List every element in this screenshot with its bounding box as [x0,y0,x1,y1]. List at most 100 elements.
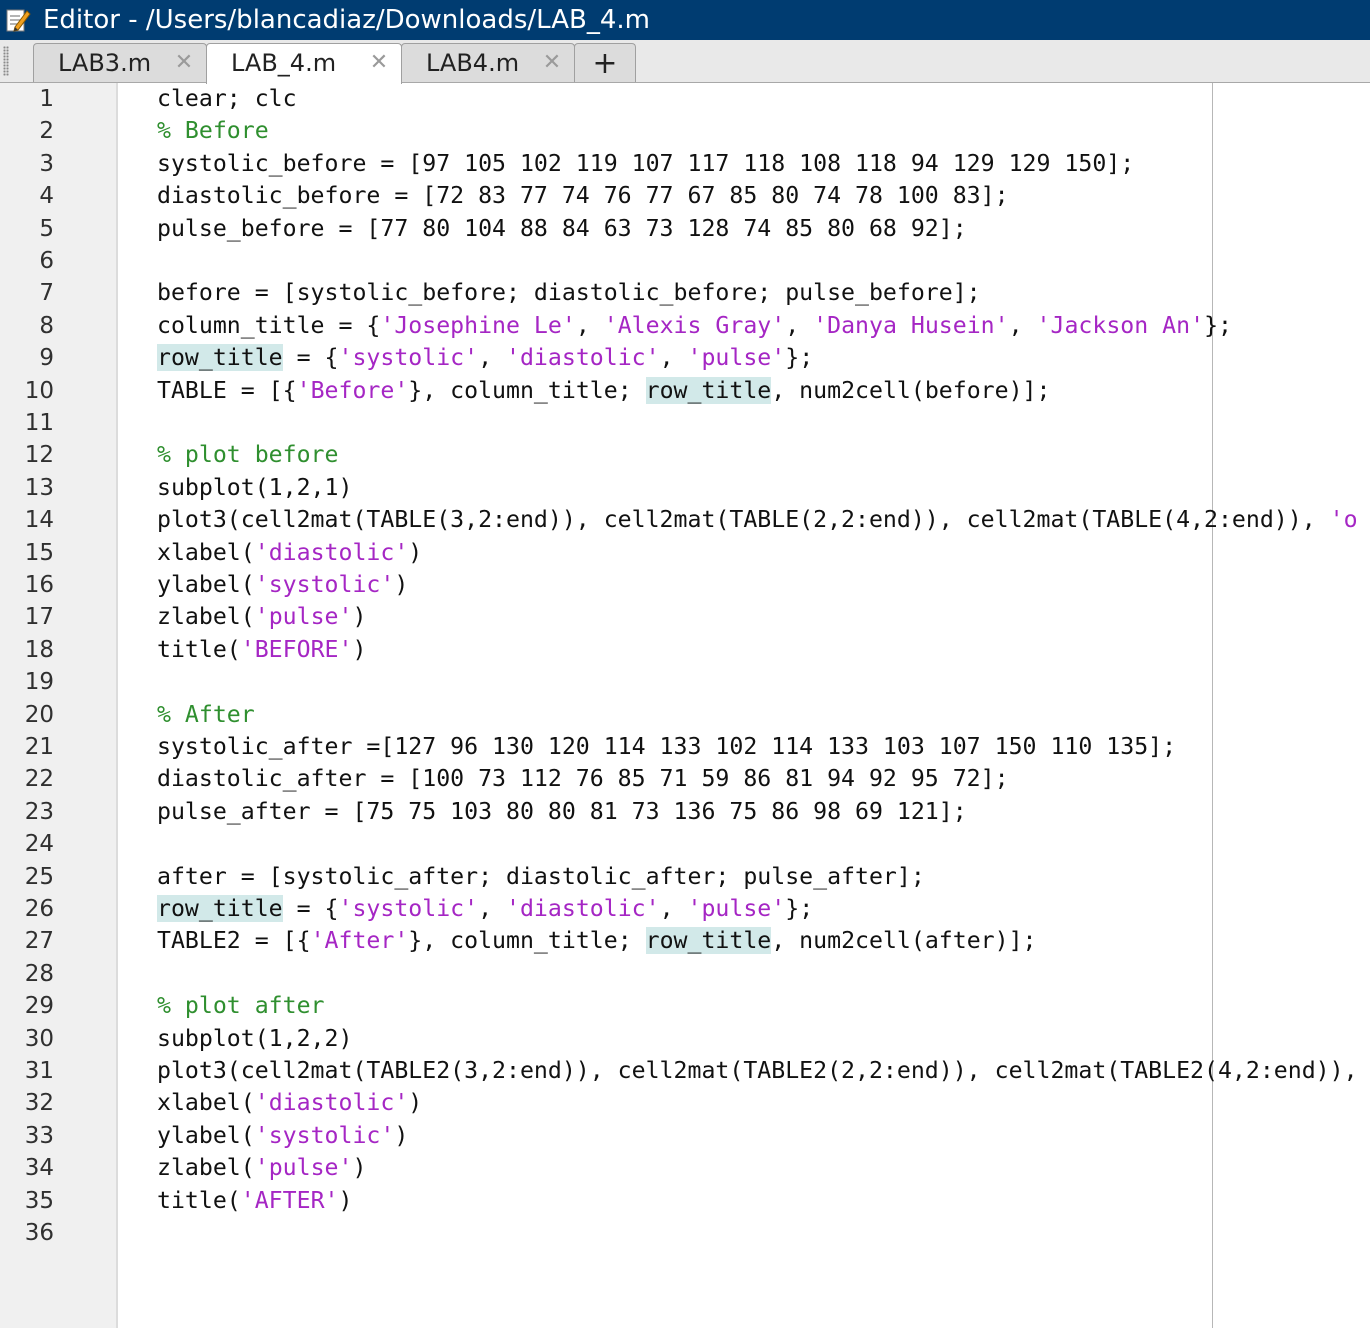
code-line[interactable]: zlabel('pulse') [157,1152,366,1184]
code-line[interactable]: diastolic_before = [72 83 77 74 76 77 67… [157,180,1009,212]
code-text: zlabel( [157,603,255,631]
tab-bar-grip-handle[interactable] [3,46,9,76]
code-line[interactable]: TABLE = [{'Before'}, column_title; row_t… [157,375,1050,407]
line-number: 22 [24,766,54,793]
string-literal: 'Josephine Le' [380,311,576,339]
line-number: 1 [39,86,54,112]
line-number: 34 [24,1155,54,1182]
code-line[interactable]: before = [systolic_before; diastolic_bef… [157,277,981,309]
code-line[interactable]: subplot(1,2,1) [157,472,352,504]
code-line[interactable]: row_title = {'systolic', 'diastolic', 'p… [157,342,813,374]
code-line[interactable]: ylabel('systolic') [157,569,408,601]
code-line[interactable]: systolic_after =[127 96 130 120 114 133 … [157,731,1176,763]
code-text: ylabel( [157,571,255,598]
line-number: 6 [39,248,54,274]
line-number: 31 [24,1058,54,1084]
string-literal: 'AFTER' [240,1186,339,1214]
string-literal: 'Jackson An' [1036,311,1205,339]
string-literal: 'o [1329,506,1358,534]
code-line[interactable]: zlabel('pulse') [157,601,366,633]
string-literal: 'systolic' [254,571,395,598]
code-line[interactable]: subplot(1,2,2) [157,1023,352,1055]
code-text: , [1008,311,1037,339]
editor-pencil-icon [5,7,31,33]
code-text: ) [394,571,409,598]
code-line[interactable]: ylabel('systolic') [157,1120,408,1152]
code-line[interactable]: diastolic_after = [100 73 112 76 85 71 5… [157,763,1009,795]
code-text: systolic_after =[127 96 130 120 114 133 … [157,733,1177,760]
line-number: 20 [24,701,54,728]
code-comment: % After [157,700,255,728]
code-text: pulse_before = [77 80 104 88 84 63 73 12… [157,214,967,242]
plus-icon: + [592,45,618,81]
code-text: }; [1204,311,1232,339]
string-literal: 'diastolic' [506,344,660,372]
line-number-gutter[interactable]: 1 2 3 4 5 6 7 8 9 10 11 12 13 14 15 16 17 18 19 20 21 22 23 24 2… [0,83,118,1328]
code-line[interactable]: title('AFTER') [157,1185,352,1217]
close-tab-icon[interactable]: ✕ [542,52,562,74]
line-number: 15 [24,539,54,566]
string-literal: 'pulse' [254,603,353,631]
right-margin-line [1212,83,1213,1328]
code-line[interactable]: plot3(cell2mat(TABLE2(3,2:end)), cell2ma… [157,1055,1358,1087]
code-line[interactable]: after = [systolic_after; diastolic_after… [157,861,925,893]
window-title: Editor - /Users/blancadiaz/Downloads/LAB… [43,5,651,35]
code-line[interactable]: TABLE2 = [{'After'}, column_title; row_t… [157,925,1037,957]
code-text: zlabel( [157,1154,255,1182]
code-line[interactable]: xlabel('diastolic') [157,537,422,569]
code-text: diastolic_after = [100 73 112 76 85 71 5… [157,765,1009,793]
string-literal: 'BEFORE' [240,635,353,663]
code-line[interactable]: column_title = {'Josephine Le', 'Alexis … [157,310,1232,342]
code-line[interactable]: xlabel('diastolic') [157,1087,422,1119]
code-editor[interactable]: 1 2 3 4 5 6 7 8 9 10 11 12 13 14 15 16 17 18 19 20 21 22 23 24 2… [0,83,1370,1328]
code-text: , [659,895,688,922]
code-comment: % Before [157,117,269,145]
tab-lab3-m[interactable]: LAB3.m ✕ [33,43,207,82]
line-number: 4 [39,183,54,210]
tab-label: LAB3.m [58,49,152,77]
string-literal: 'Danya Husein' [813,311,1009,339]
close-tab-icon[interactable]: ✕ [174,52,194,74]
string-literal: 'systolic' [338,895,479,922]
code-text: , [659,344,688,372]
code-line[interactable]: plot3(cell2mat(TABLE(3,2:end)), cell2mat… [157,504,1358,536]
highlighted-variable: row_title [157,344,283,372]
line-number: 27 [24,928,54,955]
code-line[interactable]: % After [157,699,255,731]
string-literal: 'pulse' [254,1154,353,1182]
code-text: , num2cell(before)]; [771,376,1051,404]
code-text: ) [338,1186,353,1214]
highlighted-variable: row_title [157,895,283,922]
code-line[interactable]: row_title = {'systolic', 'diastolic', 'p… [157,893,813,925]
tab-lab-4-m[interactable]: LAB_4.m ✕ [206,43,402,84]
code-line[interactable]: systolic_before = [97 105 102 119 107 11… [157,148,1134,180]
line-number: 8 [39,312,54,339]
string-literal: 'pulse' [687,895,786,922]
code-line[interactable]: % Before [157,115,269,147]
line-number: 24 [24,831,54,858]
line-number: 26 [24,896,54,922]
line-number: 5 [39,215,54,242]
code-text: , num2cell(after)]; [771,927,1037,955]
code-line[interactable]: title('BEFORE') [157,634,366,666]
code-line[interactable]: clear; clc [157,83,297,115]
code-text: ) [408,1089,423,1117]
new-tab-button[interactable]: + [574,43,636,82]
code-line[interactable]: pulse_after = [75 75 103 80 80 81 73 136… [157,796,967,828]
string-literal: 'pulse' [687,344,786,372]
string-literal: 'Alexis Gray' [603,311,786,339]
code-line[interactable]: % plot before [157,439,338,471]
code-text: ) [394,1121,409,1149]
line-number: 19 [24,669,54,696]
line-number: 2 [39,118,54,145]
line-number: 10 [24,377,54,404]
close-tab-icon[interactable]: ✕ [369,52,389,74]
code-line[interactable]: % plot after [157,990,325,1022]
code-line[interactable]: pulse_before = [77 80 104 88 84 63 73 12… [157,213,967,245]
string-literal: 'Before' [296,376,409,404]
code-text: }, column_title; [408,376,646,404]
line-number: 17 [24,604,54,631]
code-text: title( [157,1186,241,1214]
tab-lab4-m[interactable]: LAB4.m ✕ [401,43,575,82]
code-text: ) [352,603,367,631]
